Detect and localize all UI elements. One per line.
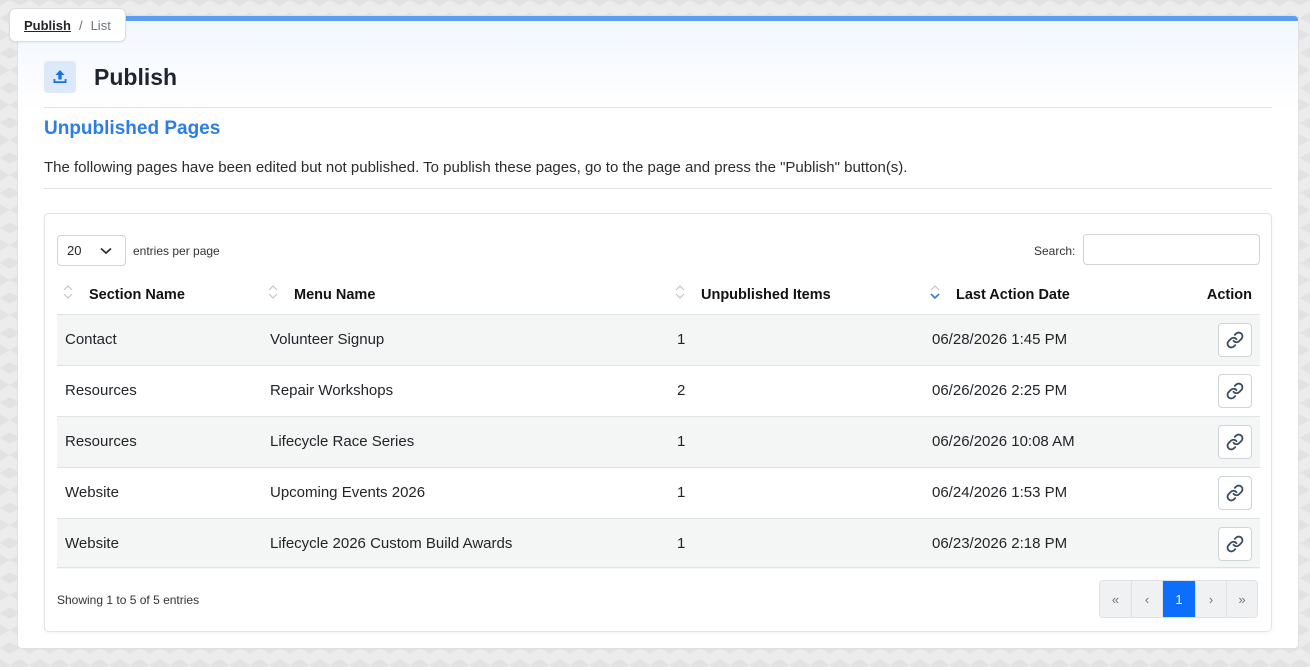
previous-page-button[interactable]: ‹: [1131, 581, 1162, 617]
cell-last-action-date: 06/28/2026 1:45 PM: [924, 313, 1181, 365]
table-bottom-divider: [57, 567, 1260, 568]
description-divider: [44, 188, 1272, 189]
cell-section-name: Website: [57, 517, 262, 569]
search-input[interactable]: [1083, 234, 1260, 265]
cell-section-name: Resources: [57, 364, 262, 416]
last-page-button[interactable]: »: [1226, 581, 1257, 617]
table-card: 20 entries per page Search: Section Name…: [44, 213, 1272, 632]
cell-last-action-date: 06/26/2026 2:25 PM: [924, 364, 1181, 416]
open-page-link-button[interactable]: [1218, 475, 1252, 510]
column-header-unpublished-items[interactable]: Unpublished Items: [669, 276, 924, 314]
cell-menu-name: Upcoming Events 2026: [262, 466, 669, 518]
sort-descending-icon: [930, 285, 940, 300]
section-heading: Unpublished Pages: [44, 118, 221, 139]
breadcrumb-current: List: [90, 17, 111, 33]
page-header: Publish: [44, 61, 177, 93]
link-icon: [1226, 433, 1244, 450]
link-icon: [1226, 382, 1244, 399]
cell-menu-name: Lifecycle Race Series: [262, 415, 669, 467]
cell-menu-name: Lifecycle 2026 Custom Build Awards: [262, 517, 669, 569]
column-header-section-name[interactable]: Section Name: [57, 276, 262, 314]
breadcrumb-separator: /: [78, 17, 83, 33]
cell-unpublished-items: 1: [669, 415, 924, 467]
open-page-link-button[interactable]: [1218, 373, 1252, 408]
entries-per-page-label: entries per page: [133, 244, 220, 258]
section-description: The following pages have been edited but…: [44, 159, 908, 176]
link-icon: [1226, 484, 1244, 501]
upload-icon: [44, 61, 76, 93]
link-icon: [1226, 535, 1244, 553]
cell-last-action-date: 06/24/2026 1:53 PM: [924, 466, 1181, 518]
cell-unpublished-items: 1: [669, 313, 924, 365]
cell-section-name: Contact: [57, 313, 262, 365]
entries-per-page-value: 20: [67, 243, 82, 258]
sort-icon: [268, 285, 278, 299]
first-page-button[interactable]: «: [1100, 581, 1131, 617]
link-icon: [1226, 331, 1244, 348]
table-row: Website Upcoming Events 2026 1 06/24/202…: [57, 466, 1260, 518]
open-page-link-button[interactable]: [1218, 526, 1252, 561]
pagination: « ‹ 1 › »: [1099, 580, 1258, 618]
table-row: Resources Repair Workshops 2 06/26/2026 …: [57, 364, 1260, 416]
table-info: Showing 1 to 5 of 5 entries: [57, 593, 200, 607]
next-page-button[interactable]: ›: [1195, 581, 1226, 617]
open-page-link-button[interactable]: [1218, 424, 1252, 459]
table-row: Contact Volunteer Signup 1 06/28/2026 1:…: [57, 313, 1260, 365]
cell-last-action-date: 06/23/2026 2:18 PM: [924, 517, 1181, 569]
sort-icon: [675, 285, 685, 299]
cell-unpublished-items: 1: [669, 517, 924, 569]
main-card: Publish Unpublished Pages The following …: [18, 16, 1298, 648]
open-page-link-button[interactable]: [1218, 322, 1252, 357]
cell-unpublished-items: 2: [669, 364, 924, 416]
breadcrumb-link-publish[interactable]: Publish: [24, 18, 71, 33]
cell-menu-name: Repair Workshops: [262, 364, 669, 416]
page-1-button[interactable]: 1: [1162, 581, 1195, 617]
cell-menu-name: Volunteer Signup: [262, 313, 669, 365]
cell-last-action-date: 06/26/2026 10:08 AM: [924, 415, 1181, 467]
page-title: Publish: [94, 63, 178, 90]
header-divider: [44, 107, 1272, 108]
table-row: Website Lifecycle 2026 Custom Build Awar…: [57, 517, 1260, 569]
cell-section-name: Website: [57, 466, 262, 518]
entries-per-page-select[interactable]: 20: [57, 235, 126, 266]
chevron-down-icon: [100, 247, 112, 254]
cell-section-name: Resources: [57, 415, 262, 467]
sort-icon: [63, 285, 73, 299]
column-header-last-action-date[interactable]: Last Action Date: [924, 276, 1181, 314]
column-header-action: Action: [1206, 286, 1252, 303]
breadcrumb: Publish / List: [9, 8, 126, 42]
column-header-menu-name[interactable]: Menu Name: [262, 276, 669, 314]
search-label: Search:: [1034, 244, 1076, 258]
cell-unpublished-items: 1: [669, 466, 924, 518]
table-row: Resources Lifecycle Race Series 1 06/26/…: [57, 415, 1260, 467]
unpublished-pages-table: Section Name Menu Name Unpublished Items…: [57, 276, 1260, 569]
